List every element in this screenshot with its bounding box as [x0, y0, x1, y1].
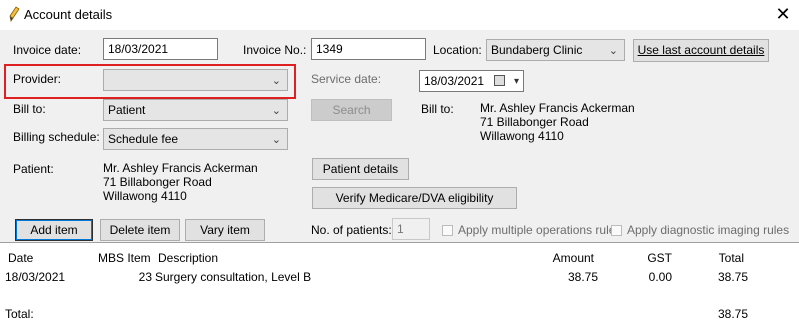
location-label: Location:	[433, 43, 482, 57]
checkbox-box	[442, 224, 453, 236]
checkbox-box	[611, 224, 622, 236]
billing-schedule-value: Schedule fee	[108, 132, 179, 146]
col-header-amount: Amount	[552, 251, 594, 265]
billing-schedule-label: Billing schedule:	[13, 130, 100, 144]
bill-to-label: Bill to:	[13, 102, 46, 116]
patient-details-button[interactable]: Patient details	[312, 158, 409, 180]
apply-diagnostic-imaging-checkbox[interactable]: Apply diagnostic imaging rules	[611, 223, 789, 237]
col-header-date: Date	[8, 251, 34, 265]
title-bar: Account details ✕	[0, 0, 799, 30]
location-value: Bundaberg Clinic	[491, 43, 583, 57]
bill-to-right-label: Bill to:	[421, 102, 454, 116]
bill-to-name: Mr. Ashley Francis Ackerman	[480, 101, 635, 115]
col-header-total: Total	[718, 251, 744, 265]
search-label: Search	[332, 103, 371, 117]
no-of-patients-field[interactable]: 1	[392, 218, 430, 240]
verify-medicare-button[interactable]: Verify Medicare/DVA eligibility	[312, 187, 517, 209]
items-table[interactable]: Date MBS Item Description Amount GST Tot…	[0, 242, 799, 325]
delete-item-label: Delete item	[109, 223, 171, 237]
col-header-mbs-item: MBS Item	[98, 251, 151, 265]
patient-details-label: Patient details	[322, 162, 399, 176]
row-description: Surgery consultation, Level B	[155, 270, 312, 284]
vary-item-label: Vary item	[200, 223, 250, 237]
close-icon[interactable]: ✕	[771, 3, 795, 25]
row-gst: 0.00	[648, 270, 672, 284]
patient-city: Willawong 4110	[103, 189, 187, 203]
total-label: Total:	[5, 307, 34, 321]
service-date-value: 18/03/2021	[424, 74, 485, 88]
billing-schedule-select[interactable]: Schedule fee ⌄	[103, 128, 288, 150]
invoice-no-label: Invoice No.:	[243, 43, 307, 57]
invoice-date-field[interactable]: 18/03/2021	[103, 38, 218, 60]
apply-multiple-operations-checkbox[interactable]: Apply multiple operations rule	[442, 223, 615, 237]
service-date-label: Service date:	[311, 72, 382, 86]
bill-to-city: Willawong 4110	[480, 129, 564, 143]
use-last-label: Use last account details	[637, 43, 765, 57]
window-title: Account details	[24, 7, 113, 22]
chevron-down-icon: ▾	[513, 76, 519, 87]
bill-to-select[interactable]: Patient ⌄	[103, 99, 288, 121]
col-header-description: Description	[158, 251, 219, 265]
add-item-label: Add item	[30, 223, 78, 237]
apply-multiple-label: Apply multiple operations rule	[458, 223, 616, 237]
pen-icon	[9, 6, 20, 22]
search-button[interactable]: Search	[311, 99, 392, 121]
account-details-window: Account details ✕ Invoice date: 18/03/20…	[0, 0, 799, 325]
location-select[interactable]: Bundaberg Clinic ⌄	[486, 39, 625, 61]
calendar-icon[interactable]	[494, 75, 505, 86]
invoice-date-label: Invoice date:	[13, 43, 82, 57]
row-mbs-item: 23	[138, 270, 152, 284]
invoice-no-field[interactable]: 1349	[311, 38, 426, 60]
delete-item-button[interactable]: Delete item	[100, 219, 180, 241]
verify-label: Verify Medicare/DVA eligibility	[335, 191, 494, 205]
service-date-field[interactable]: 18/03/2021 ▾	[419, 70, 524, 92]
bill-to-street: 71 Billabonger Road	[480, 115, 589, 129]
chevron-down-icon: ⌄	[271, 134, 281, 146]
no-of-patients-label: No. of patients:	[311, 223, 392, 237]
patient-label: Patient:	[13, 162, 54, 176]
grand-total: 38.75	[717, 307, 748, 321]
row-date: 18/03/2021	[5, 270, 66, 284]
apply-diagnostic-label: Apply diagnostic imaging rules	[627, 223, 790, 237]
chevron-down-icon: ⌄	[271, 105, 281, 117]
vary-item-button[interactable]: Vary item	[185, 219, 265, 241]
row-amount: 38.75	[567, 270, 598, 284]
use-last-account-details-button[interactable]: Use last account details	[633, 39, 769, 62]
row-total: 38.75	[717, 270, 748, 284]
add-item-button[interactable]: Add item	[15, 219, 93, 241]
chevron-down-icon: ⌄	[608, 45, 618, 57]
bill-to-value: Patient	[108, 103, 146, 117]
patient-name: Mr. Ashley Francis Ackerman	[103, 161, 258, 175]
col-header-gst: GST	[647, 251, 672, 265]
provider-highlight	[4, 64, 296, 99]
patient-street: 71 Billabonger Road	[103, 175, 212, 189]
